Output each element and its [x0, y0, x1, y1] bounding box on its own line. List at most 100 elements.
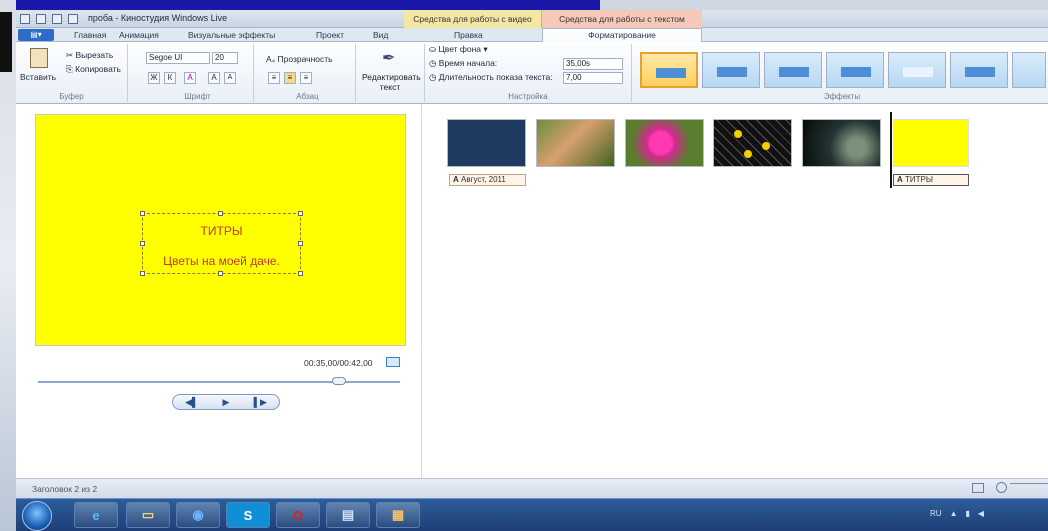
grow-font-button[interactable]: А [208, 72, 220, 84]
caption-label-text: ТИТРЫ [905, 175, 933, 184]
effect-6[interactable] [1012, 52, 1046, 88]
storyboard-clip[interactable] [536, 119, 615, 167]
caption-label[interactable]: A Август, 2011 [449, 174, 526, 186]
caption-label-selected[interactable]: A ТИТРЫ [893, 174, 969, 186]
thumbnail-size-icon[interactable] [972, 483, 984, 493]
group-paragraph: A₄ Прозрачность ≡ ≡ ≡ Абзац [260, 44, 356, 102]
start-button[interactable] [22, 501, 52, 531]
ribbon: Вставить ✂ Вырезать ⎘ Копировать Буфер S… [16, 42, 1048, 104]
edit-text-button[interactable]: ✒ Редактировать текст [362, 46, 421, 102]
bold-button[interactable]: Ж [148, 72, 160, 84]
start-time-input[interactable]: 35,00s [563, 58, 623, 70]
transparency-button[interactable]: A₄ Прозрачность [266, 54, 333, 64]
movie-maker-icon[interactable]: ▦ [376, 502, 420, 528]
group-label: Шрифт [184, 92, 211, 101]
effect-4[interactable] [888, 52, 946, 88]
effect-5[interactable] [950, 52, 1008, 88]
font-family-combo[interactable]: Segoe UI [146, 52, 210, 64]
font-color-button[interactable]: А [184, 72, 196, 84]
effect-preview [965, 67, 995, 77]
resize-handle[interactable] [140, 271, 145, 276]
italic-button[interactable]: К [164, 72, 176, 84]
align-center-button[interactable]: ≡ [284, 72, 296, 84]
font-size-combo[interactable]: 20 [212, 52, 238, 64]
start-time-label: ◷ Время начала: [429, 58, 498, 68]
caption-title: ТИТРЫ [200, 224, 243, 238]
group-font: Segoe UI 20 Ж К А А А Шрифт [142, 44, 254, 102]
resize-handle[interactable] [140, 211, 145, 216]
paste-button[interactable]: Вставить [20, 72, 56, 82]
zoom-slider[interactable] [1010, 483, 1048, 495]
network-icon[interactable]: ▮ [965, 509, 969, 518]
file-menu-button[interactable]: ▤▾ [18, 29, 54, 41]
tab-formatting[interactable]: Форматирование [542, 28, 702, 42]
tab-edit[interactable]: Правка [454, 29, 483, 41]
effect-preview [841, 67, 871, 77]
group-clipboard: Вставить ✂ Вырезать ⎘ Копировать Буфер [16, 44, 128, 102]
shrink-font-button[interactable]: А [224, 72, 236, 84]
flower-dot [734, 130, 742, 138]
copy-button[interactable]: ⎘ Копировать [66, 64, 121, 75]
resize-handle[interactable] [218, 211, 223, 216]
duration-combo[interactable]: 7,00 [563, 72, 623, 84]
resize-handle[interactable] [298, 211, 303, 216]
video-preview[interactable]: ТИТРЫ Цветы на моей даче. [35, 114, 406, 346]
bg-color-button[interactable]: ⛀ Цвет фона ▾ [429, 44, 488, 55]
storyboard-clip[interactable] [447, 119, 526, 167]
undo-icon[interactable] [52, 14, 62, 24]
quick-access-toolbar [20, 13, 78, 25]
storyboard-clip[interactable] [713, 119, 792, 167]
internet-explorer-icon[interactable]: e [74, 502, 118, 528]
tab-home[interactable]: Главная [74, 29, 106, 41]
group-label: Буфер [59, 92, 84, 101]
tab-animation[interactable]: Анимация [119, 29, 159, 41]
save-icon[interactable] [36, 14, 46, 24]
tray-arrow-icon[interactable]: ▲ [950, 509, 958, 518]
resize-handle[interactable] [140, 241, 145, 246]
storyboard-clip[interactable] [802, 119, 881, 167]
effect-2[interactable] [764, 52, 822, 88]
group-label: Эффекты [823, 92, 861, 101]
align-left-button[interactable]: ≡ [268, 72, 280, 84]
effect-1[interactable] [702, 52, 760, 88]
pane-divider[interactable] [421, 104, 422, 478]
next-frame-button[interactable]: ▌▶ [254, 397, 267, 408]
app-window-icon[interactable]: ▤ [326, 502, 370, 528]
storyboard-clip-titles[interactable] [893, 119, 969, 167]
effect-3[interactable] [826, 52, 884, 88]
play-button[interactable]: ▶ [223, 397, 230, 408]
media-player-icon[interactable]: ◉ [176, 502, 220, 528]
previous-frame-button[interactable]: ◀▌ [185, 397, 198, 408]
storyboard-clip[interactable] [625, 119, 704, 167]
effect-preview [656, 68, 686, 78]
align-right-button[interactable]: ≡ [300, 72, 312, 84]
effect-none[interactable] [640, 52, 698, 88]
paste-icon [30, 48, 48, 68]
cut-button[interactable]: ✂ Вырезать [66, 50, 113, 61]
resize-handle[interactable] [218, 271, 223, 276]
opera-icon[interactable]: O [276, 502, 320, 528]
volume-icon[interactable]: ◀ [978, 509, 984, 518]
title-bar: проба - Киностудия Windows Live Средства… [16, 10, 1048, 28]
tab-project[interactable]: Проект [316, 29, 344, 41]
skype-icon[interactable]: S [226, 502, 270, 528]
explorer-folder-icon[interactable]: ▭ [126, 502, 170, 528]
pen-icon: ✒ [382, 50, 396, 67]
tab-visual-effects[interactable]: Визуальные эффекты [188, 29, 275, 41]
time-readout: 00:35,00/00:42,00 [304, 358, 373, 368]
flower-dot [762, 142, 770, 150]
playback-controls: ◀▌ ▶ ▌▶ [172, 394, 280, 410]
seek-thumb[interactable] [332, 377, 346, 385]
language-indicator[interactable]: RU [930, 509, 942, 518]
app-icon[interactable] [20, 14, 30, 24]
redo-icon[interactable] [68, 14, 78, 24]
zoom-out-icon[interactable] [996, 482, 1007, 493]
resize-handle[interactable] [298, 241, 303, 246]
duration-text: Длительность показа текста: [438, 72, 553, 82]
transparency-label: Прозрачность [277, 54, 333, 64]
fullscreen-button[interactable] [386, 357, 400, 367]
caption-box[interactable]: ТИТРЫ Цветы на моей даче. [140, 211, 303, 276]
tab-view[interactable]: Вид [373, 29, 388, 41]
resize-handle[interactable] [298, 271, 303, 276]
playhead[interactable] [890, 112, 892, 188]
